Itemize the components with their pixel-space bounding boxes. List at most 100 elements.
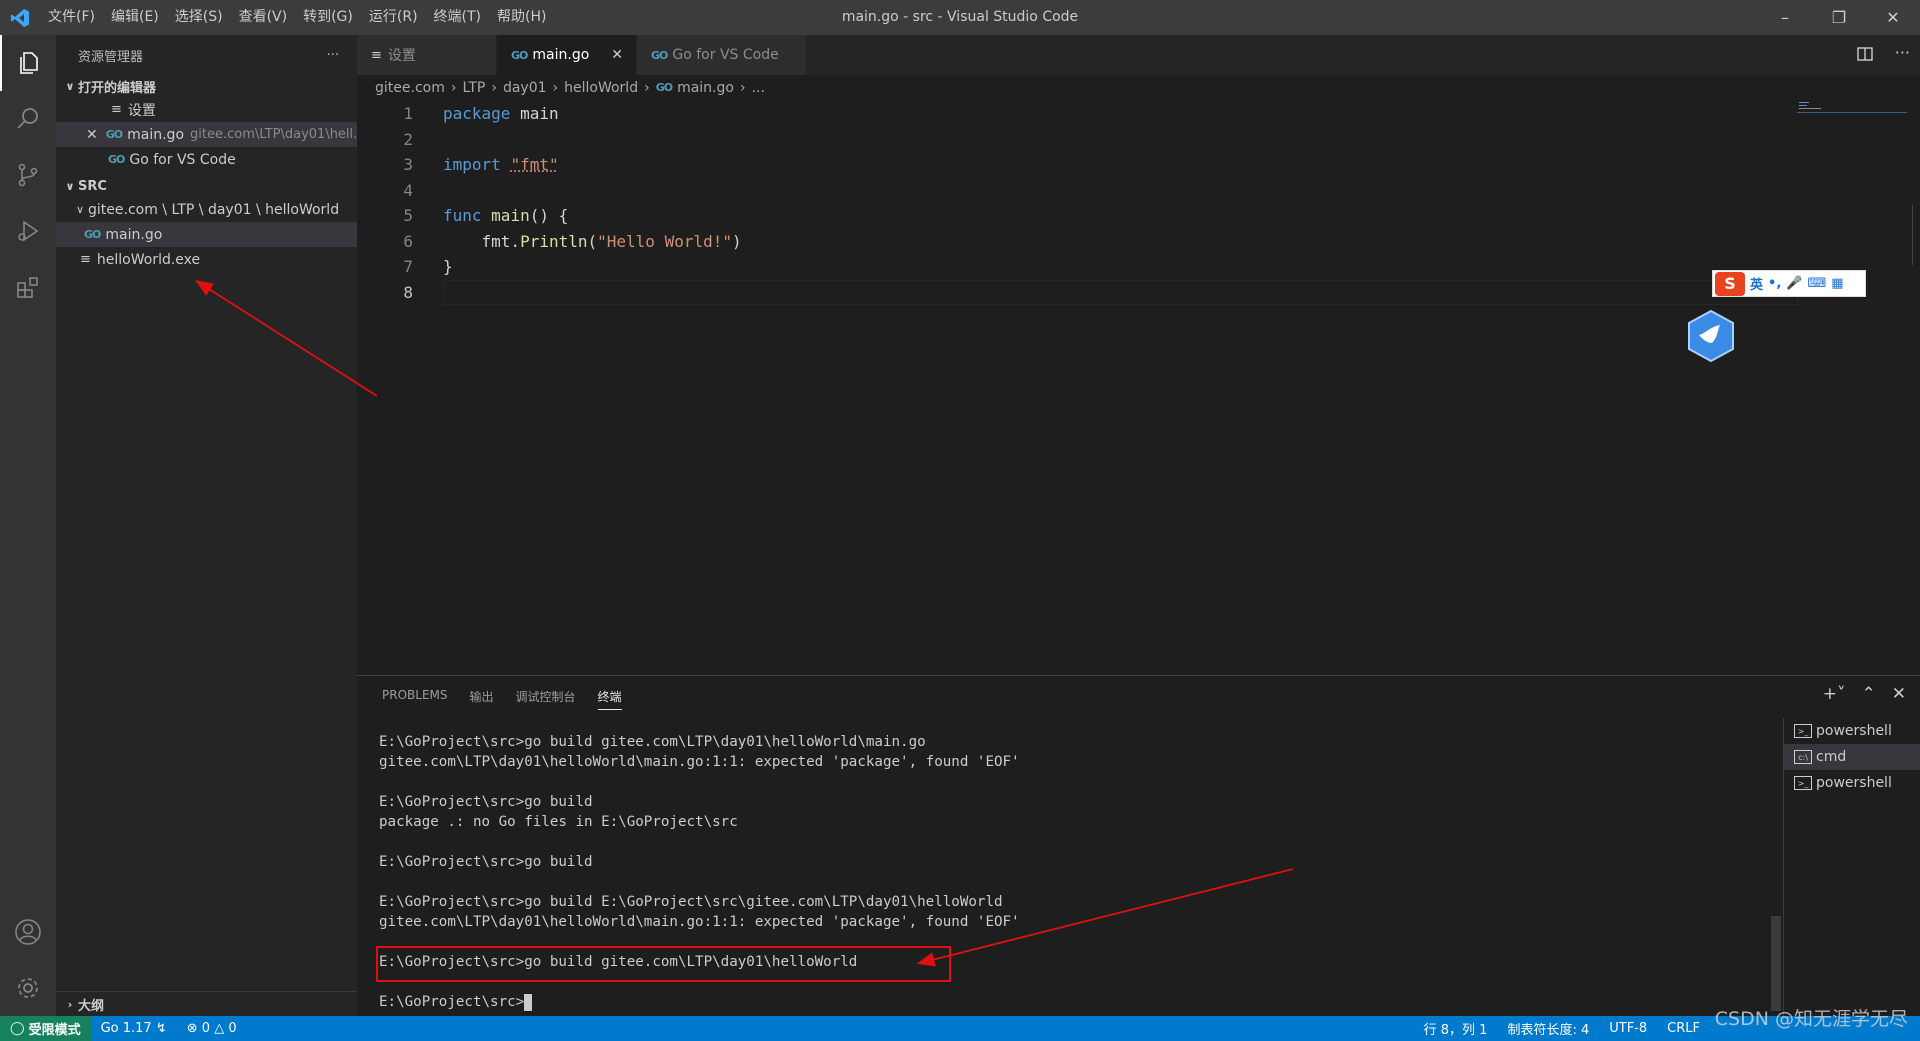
menu-run[interactable]: 运行(R) xyxy=(361,0,426,35)
chevron-right-icon: › xyxy=(552,79,559,96)
menu-go[interactable]: 转到(G) xyxy=(295,0,361,35)
restricted-mode-badge[interactable]: ◯ 受限模式 xyxy=(0,1016,91,1041)
code-token: "Hello World!" xyxy=(597,231,732,251)
explorer-icon[interactable] xyxy=(0,35,56,91)
close-icon[interactable]: ✕ xyxy=(86,127,98,143)
restore-button[interactable]: ❐ xyxy=(1812,0,1866,35)
go-version-item[interactable]: Go 1.17 ↯ xyxy=(91,1021,177,1036)
tab-main-go[interactable]: GO main.go ✕ xyxy=(497,35,637,75)
chevron-right-icon: › xyxy=(644,79,650,96)
extensions-icon[interactable] xyxy=(0,259,56,315)
chevron-right-icon: › xyxy=(67,997,73,1011)
line-ending[interactable]: CRLF xyxy=(1657,1021,1710,1036)
go-file-icon: GO xyxy=(108,153,125,166)
menu-edit[interactable]: 编辑(E) xyxy=(103,0,167,35)
open-editor-item-settings[interactable]: ≡ 设置 xyxy=(56,97,357,122)
code-token: main xyxy=(491,206,530,225)
breadcrumb-item[interactable]: main.go xyxy=(677,80,734,96)
tab-settings[interactable]: ≡ 设置 xyxy=(357,35,497,75)
breadcrumb-item[interactable]: gitee.com xyxy=(375,80,445,96)
file-item-helloworld-exe[interactable]: ≡ helloWorld.exe xyxy=(56,247,357,272)
tab-output[interactable]: 输出 xyxy=(470,688,494,710)
manage-gear-icon[interactable] xyxy=(0,960,56,1016)
menu-terminal[interactable]: 终端(T) xyxy=(426,0,489,35)
ime-logo-icon: S xyxy=(1715,271,1745,296)
problems-count[interactable]: ⊗ 0 △ 0 xyxy=(177,1021,247,1036)
line-number: 1 xyxy=(403,104,413,123)
line-number: 4 xyxy=(403,180,413,200)
breadcrumb-item[interactable]: day01 xyxy=(503,80,547,96)
go-file-icon: GO xyxy=(511,48,528,62)
close-panel-icon[interactable]: ✕ xyxy=(1892,684,1906,704)
terminal-scrollbar[interactable] xyxy=(1771,916,1781,1011)
tab-terminal[interactable]: 终端 xyxy=(597,688,622,710)
outline-section[interactable]: › 大纲 xyxy=(56,991,357,1016)
folder-item-helloworld[interactable]: ∨ gitee.com \ LTP \ day01 \ helloWorld xyxy=(56,197,357,222)
open-editors-section[interactable]: ∨ 打开的编辑器 xyxy=(56,75,357,97)
code-token: package xyxy=(443,104,511,123)
grid-menu-icon[interactable]: ▦ xyxy=(1831,276,1843,291)
search-icon[interactable] xyxy=(0,91,56,147)
keyboard-icon[interactable]: ⌨ xyxy=(1807,276,1826,291)
breadcrumb: gitee.com › LTP › day01 › helloWorld › GO mai… xyxy=(357,75,765,100)
code-token: fmt. xyxy=(443,231,521,251)
breadcrumb-item[interactable]: LTP xyxy=(462,80,485,96)
file-item-main-go[interactable]: GO main.go xyxy=(56,222,357,247)
terminal-item-cmd[interactable]: c:\ cmd xyxy=(1784,744,1920,770)
menu-file[interactable]: 文件(F) xyxy=(40,0,103,35)
more-actions-icon[interactable]: ··· xyxy=(1895,43,1910,62)
window-controls: – ❐ ✕ xyxy=(1758,0,1920,35)
terminal-line: gitee.com\LTP\day01\helloWorld\main.go:1… xyxy=(379,914,1020,930)
source-control-icon[interactable] xyxy=(0,147,56,203)
explorer-sidebar: 资源管理器 ··· ∨ 打开的编辑器 ≡ 设置 ✕ GO main.go git… xyxy=(56,35,357,1016)
close-window-button[interactable]: ✕ xyxy=(1866,0,1920,35)
go-version: Go 1.17 xyxy=(100,1021,152,1036)
terminal-line: E:\GoProject\src>go build gitee.com\LTP\… xyxy=(379,734,926,750)
breadcrumb-item[interactable]: helloWorld xyxy=(564,80,638,96)
new-terminal-icon[interactable]: +˅ xyxy=(1823,684,1846,704)
ime-language[interactable]: 英 xyxy=(1750,274,1763,293)
code-token: import xyxy=(443,155,501,174)
restricted-mode-label: 受限模式 xyxy=(28,1023,81,1038)
cursor-position[interactable]: 行 8，列 1 xyxy=(1414,1019,1498,1038)
bird-assistant-icon[interactable] xyxy=(1684,309,1738,363)
tab-problems[interactable]: PROBLEMS xyxy=(382,688,448,710)
terminal-name: cmd xyxy=(1816,749,1847,765)
menu-view[interactable]: 查看(V) xyxy=(231,0,296,35)
run-debug-icon[interactable] xyxy=(0,203,56,259)
account-icon[interactable] xyxy=(0,904,56,960)
terminal-output[interactable]: E:\GoProject\src>go build gitee.com\LTP\… xyxy=(379,732,1779,1012)
microphone-icon[interactable]: 🎤 xyxy=(1786,276,1802,291)
more-actions-icon[interactable]: ··· xyxy=(327,48,339,63)
ime-punctuation[interactable]: •, xyxy=(1768,276,1781,291)
line-number: 2 xyxy=(403,129,413,149)
tab-debug-console[interactable]: 调试控制台 xyxy=(516,688,576,710)
tab-go-for-vscode[interactable]: GO Go for VS Code xyxy=(637,35,807,75)
minimize-button[interactable]: – xyxy=(1758,0,1812,35)
terminal-item-powershell[interactable]: >_ powershell xyxy=(1784,718,1920,744)
minimap[interactable] xyxy=(1797,100,1907,120)
chevron-right-icon: › xyxy=(739,79,746,96)
ime-toolbar[interactable]: S 英 •, 🎤 ⌨ ▦ xyxy=(1712,270,1866,297)
encoding[interactable]: UTF-8 xyxy=(1599,1021,1657,1036)
code-line: import "fmt" xyxy=(443,152,559,178)
code-token: () { xyxy=(529,206,569,225)
code-editor[interactable]: 1 2 3 4 5 6 7 8 package main import "fmt… xyxy=(357,100,1920,675)
terminal-cursor xyxy=(524,993,533,1011)
editor-scrollbar[interactable] xyxy=(1912,205,1920,265)
menu-selection[interactable]: 选择(S) xyxy=(167,0,231,35)
menu-help[interactable]: 帮助(H) xyxy=(489,0,554,35)
file-name: main.go xyxy=(105,226,163,243)
open-editor-item-go-for-vscode[interactable]: GO Go for VS Code xyxy=(56,147,357,172)
file-icon: ≡ xyxy=(80,252,91,267)
terminal-item-powershell[interactable]: >_ powershell xyxy=(1784,770,1920,796)
tab-label: main.go xyxy=(532,47,590,63)
close-tab-icon[interactable]: ✕ xyxy=(611,47,623,63)
open-editor-item-main-go[interactable]: ✕ GO main.go gitee.com\LTP\day01\hell... xyxy=(56,122,357,147)
maximize-panel-icon[interactable]: ⌃ xyxy=(1862,684,1876,704)
tab-size[interactable]: 制表符长度: 4 xyxy=(1497,1019,1599,1038)
breadcrumb-item[interactable]: ... xyxy=(752,80,765,96)
src-folder-section[interactable]: ∨ SRC xyxy=(56,175,357,197)
code-token: ) xyxy=(732,231,742,251)
split-editor-icon[interactable] xyxy=(1856,45,1876,65)
